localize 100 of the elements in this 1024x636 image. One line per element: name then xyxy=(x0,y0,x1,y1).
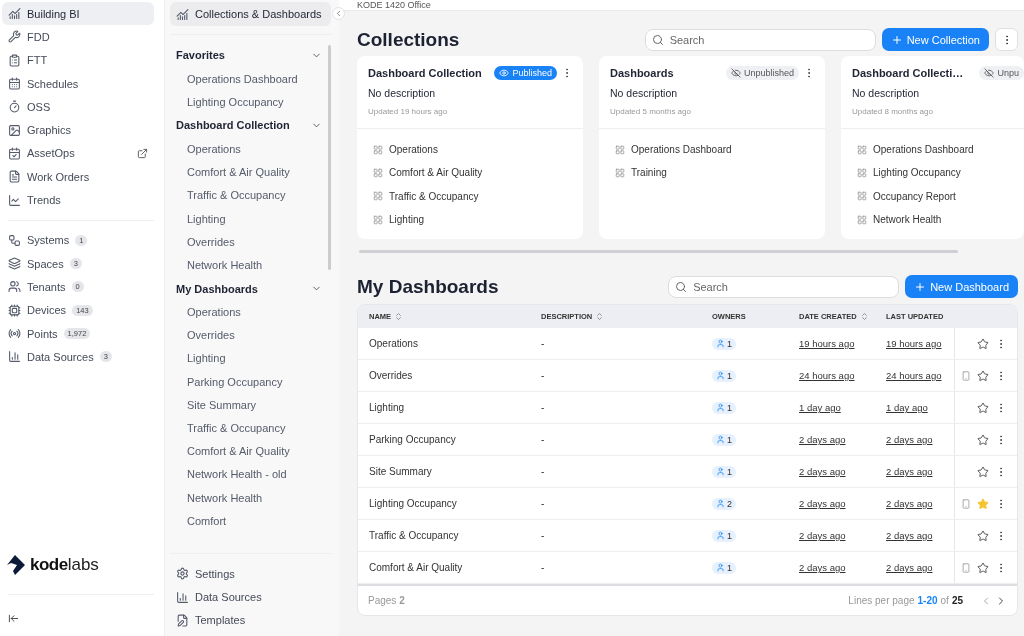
table-row[interactable]: Parking Occupancy - 1 2 days ago 2 days ago xyxy=(358,424,1017,456)
dashboard-link[interactable]: Lighting xyxy=(373,207,583,232)
date-link[interactable]: 2 days ago xyxy=(799,434,886,445)
nav-item[interactable]: OSS xyxy=(2,95,154,119)
date-link[interactable]: 2 days ago xyxy=(886,466,954,477)
dashboard-link[interactable]: Network Health xyxy=(857,207,1024,232)
chip-icon xyxy=(8,303,21,317)
date-link[interactable]: 2 days ago xyxy=(799,562,886,573)
table-row[interactable]: Comfort & Air Quality - 1 2 days ago 2 days ago xyxy=(358,552,1017,584)
date-link[interactable]: 2 days ago xyxy=(886,434,954,445)
date-link[interactable]: 1 day ago xyxy=(886,402,954,413)
owner-count: 1 xyxy=(712,337,736,350)
table-row[interactable]: Operations - 1 19 hours ago 19 hours ago xyxy=(358,328,1017,360)
dashboard-link[interactable]: Operations xyxy=(170,137,328,161)
nav-item[interactable]: Work Orders xyxy=(2,165,154,189)
nav-item[interactable]: Data Sources xyxy=(170,585,331,609)
dashboard-link[interactable]: Network Health xyxy=(170,253,328,277)
date-link[interactable]: 2 days ago xyxy=(886,530,954,541)
favorite-button[interactable] xyxy=(977,433,989,446)
table-cell-text: Comfort & Air Quality xyxy=(369,562,464,573)
owner-count: 1 xyxy=(712,561,736,574)
dashboard-link[interactable]: Network Health - old xyxy=(170,462,328,486)
search-field[interactable]: Search xyxy=(644,28,876,51)
chart-icon xyxy=(176,7,189,21)
layers-icon xyxy=(8,257,21,271)
nav-item[interactable]: FTT xyxy=(2,48,154,72)
favorite-button[interactable] xyxy=(977,401,989,414)
table-row[interactable]: Overrides - 1 24 hours ago 24 hours ago xyxy=(358,360,1017,392)
table-row[interactable]: Lighting Occupancy - 2 2 days ago 2 days ago xyxy=(358,488,1017,520)
dashboard-link[interactable]: Overrides xyxy=(170,230,328,254)
nav-item[interactable]: Graphics xyxy=(2,118,154,142)
dashboard-link[interactable]: Operations Dashboard xyxy=(170,67,328,91)
dashboard-link[interactable]: Network Health xyxy=(170,486,328,510)
section-header[interactable]: Dashboard Collection xyxy=(170,113,328,138)
favorite-button[interactable] xyxy=(977,337,989,350)
status-badge: Published xyxy=(494,66,557,80)
section-header[interactable]: Favorites xyxy=(170,43,328,67)
dashboard-link[interactable]: Overrides xyxy=(170,323,328,347)
dashboard-link[interactable]: Traffic & Occupancy xyxy=(373,184,583,208)
dashboard-link[interactable]: Comfort & Air Quality xyxy=(373,161,583,185)
user-icon xyxy=(716,563,725,572)
logo-text: kodelabs xyxy=(30,555,99,575)
search-field[interactable]: Search xyxy=(668,275,900,298)
users-icon xyxy=(8,280,21,294)
dashboard-link[interactable]: Comfort & Air Quality xyxy=(170,439,328,463)
nav-item[interactable]: FDD xyxy=(2,25,154,49)
nav-item[interactable]: Trends xyxy=(2,188,154,212)
nav-item[interactable]: Schedules xyxy=(2,71,154,96)
nav-item[interactable]: Settings xyxy=(170,562,331,586)
table-row[interactable]: Lighting - 1 1 day ago 1 day ago xyxy=(358,392,1017,424)
dashboard-link[interactable]: Operations xyxy=(170,300,328,324)
collection-card[interactable]: Dashboard Collection Published No description Updated 19 hours ago Operations Comfort & Air Quality Traffic & Occupancy Lighting xyxy=(357,56,583,239)
date-link[interactable]: 2 days ago xyxy=(799,466,886,477)
bar-chart-icon xyxy=(176,590,189,604)
favorite-button[interactable] xyxy=(977,369,989,382)
dashboard-link[interactable]: Site Summary xyxy=(170,393,328,417)
section-header[interactable]: My Dashboards xyxy=(170,276,328,301)
chevron-left-icon xyxy=(334,9,343,18)
collection-card[interactable]: Dashboards Unpublished No description Updated 5 months ago Operations Dashboard Training xyxy=(599,56,825,239)
user-icon xyxy=(716,339,725,348)
dashboard-link[interactable]: Lighting Occupancy xyxy=(857,161,1024,185)
nav-item[interactable]: AssetOps xyxy=(2,141,154,166)
nav-item[interactable]: Building BI xyxy=(2,2,154,26)
favorite-button[interactable] xyxy=(977,561,989,574)
panel-header[interactable]: Collections & Dashboards xyxy=(170,2,331,26)
table-row[interactable]: Traffic & Occupancy - 1 2 days ago 2 days ago xyxy=(358,520,1017,552)
dashboard-link[interactable]: Traffic & Occupancy xyxy=(170,183,328,207)
table-row[interactable]: Site Summary - 1 2 days ago 2 days ago xyxy=(358,456,1017,488)
dashboard-link[interactable]: Operations Dashboard xyxy=(615,138,825,162)
user-icon xyxy=(716,467,725,476)
nav-item[interactable]: Templates xyxy=(170,608,331,632)
search-icon xyxy=(651,33,664,46)
date-link[interactable]: 2 days ago xyxy=(799,530,886,541)
date-link[interactable]: 2 days ago xyxy=(886,562,954,573)
date-link[interactable]: 1 day ago xyxy=(799,402,886,413)
date-link[interactable]: 19 hours ago xyxy=(886,338,954,349)
dashboard-link[interactable]: Lighting xyxy=(170,206,328,231)
collection-card[interactable]: Dashboard Collecti… Unpu No description Updated 8 months ago Operations Dashboard Lighting Occupancy Occupancy Report Network Health xyxy=(841,56,1024,239)
dashboard-link[interactable]: Operations Dashboard xyxy=(857,138,1024,162)
favorite-button[interactable] xyxy=(977,465,989,478)
new-dashboard-button[interactable]: New Dashboard xyxy=(905,275,1018,298)
dashboard-link[interactable]: Lighting xyxy=(170,346,328,371)
favorite-button[interactable] xyxy=(977,529,989,542)
dashboard-link[interactable]: Parking Occupancy xyxy=(170,370,328,394)
dashboard-link[interactable]: Comfort & Air Quality xyxy=(170,160,328,184)
document-icon xyxy=(176,613,189,627)
date-link[interactable]: 24 hours ago xyxy=(886,370,954,381)
calendar-icon xyxy=(8,146,21,160)
date-link[interactable]: 2 days ago xyxy=(886,498,954,509)
date-link[interactable]: 2 days ago xyxy=(799,498,886,509)
dashboard-link[interactable]: Training xyxy=(615,161,825,185)
dashboard-link[interactable]: Occupancy Report xyxy=(857,184,1024,208)
star-icon xyxy=(977,401,989,414)
date-link[interactable]: 19 hours ago xyxy=(799,338,886,349)
date-link[interactable]: 24 hours ago xyxy=(799,370,886,381)
dashboard-link[interactable]: Traffic & Occupancy xyxy=(170,416,328,440)
dashboard-link[interactable]: Operations xyxy=(373,138,583,162)
new-collection-button[interactable]: New Collection xyxy=(881,28,989,51)
dashboard-link[interactable]: Comfort xyxy=(170,509,328,533)
dashboard-link[interactable]: Lighting Occupancy xyxy=(170,90,328,114)
